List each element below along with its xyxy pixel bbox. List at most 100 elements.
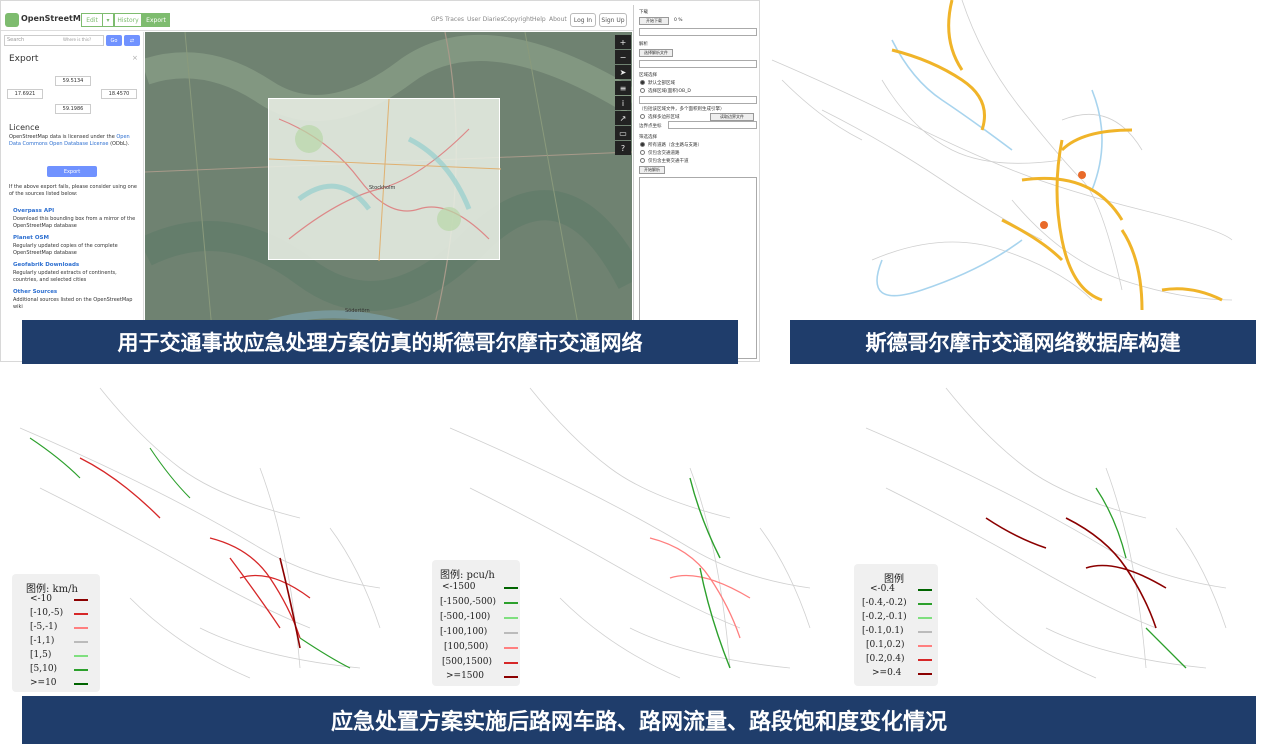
radio-filter-all[interactable] — [640, 142, 645, 147]
osm-logo-icon — [5, 13, 19, 27]
radio-filter-main[interactable] — [640, 158, 645, 163]
legend-row: [-0.4,-0.2) — [862, 598, 907, 608]
legend-row: [0.2,0.4) — [866, 654, 905, 664]
choose-file-button[interactable]: 选择解析文件 — [639, 49, 673, 57]
coord-left[interactable]: 17.6921 — [7, 89, 43, 99]
go-button[interactable]: Go — [106, 35, 122, 46]
close-icon[interactable]: × — [132, 54, 138, 62]
filter-label: 筛选选择 — [639, 135, 657, 140]
legend-row: <-0.4 — [870, 584, 895, 594]
boundary-coords-input[interactable] — [668, 121, 757, 129]
legend-row: [-100,100) — [440, 627, 488, 637]
licence-text-1: OpenStreetMap data is licensed under the — [9, 134, 115, 140]
legend-saturation: 图例 <-0.4 [-0.4,-0.2) [-0.2,-0.1) [-0.1,0… — [854, 564, 938, 686]
banner-top-left: 用于交通事故应急处理方案仿真的斯德哥尔摩市交通网络 — [22, 320, 738, 364]
legend-flow-title: 图例: pcu/h — [440, 570, 495, 581]
nav-gps-traces[interactable]: GPS Traces — [431, 16, 464, 23]
edit-button[interactable]: Edit — [81, 13, 103, 27]
radio-filter-traffic[interactable] — [640, 150, 645, 155]
legend-row: [-1500,-500) — [440, 597, 497, 607]
where-is-this-link[interactable]: Where is this? — [63, 37, 91, 42]
nav-about[interactable]: About — [549, 16, 567, 23]
download-dialog: 下载 开始下载 0 % 解析 选择解析文件 区域选择 默认全部区域 选择区域(面… — [633, 5, 759, 361]
zoom-out-icon[interactable]: − — [615, 50, 631, 64]
legend-row: >=0.4 — [872, 668, 902, 678]
legend-flow: 图例: pcu/h <-1500 [-1500,-500) [-500,-100… — [432, 560, 520, 686]
parse-label: 解析 — [639, 42, 648, 47]
selection-map — [269, 99, 501, 261]
area-label: 区域选择 — [639, 73, 657, 78]
query-icon[interactable]: ? — [615, 141, 631, 155]
legend-row: [-500,-100) — [440, 612, 491, 622]
network-map-top — [771, 0, 1233, 311]
open-boundary-button[interactable]: 读取边界文件 — [710, 113, 754, 121]
download-percent: 0 % — [674, 18, 683, 23]
radio-all-areas[interactable] — [640, 80, 645, 85]
radio-select-area[interactable] — [640, 88, 645, 93]
area-hint: （包括该区域文件，多个面积则生成引擎） — [639, 107, 725, 112]
legend-row: [-10,-5) — [30, 608, 64, 618]
radio-filter-traffic-label: 仅包含交通道路 — [648, 151, 680, 156]
info-icon[interactable]: i — [615, 96, 631, 110]
layers-icon[interactable]: ≡ — [615, 81, 631, 95]
legend-row: [100,500) — [444, 642, 489, 652]
legend-swatch — [74, 599, 88, 601]
start-download-button[interactable]: 开始下载 — [639, 17, 669, 25]
directions-button[interactable]: ⇄ — [124, 35, 140, 46]
source-other-desc: Additional sources listed on the OpenStr… — [13, 297, 133, 310]
legend-swatch — [74, 627, 88, 629]
radio-polygon[interactable] — [640, 114, 645, 119]
legend-sat-title: 图例 — [884, 574, 904, 585]
legend-swatch — [504, 647, 518, 649]
zoom-in-icon[interactable]: + — [615, 35, 631, 49]
coord-right[interactable]: 18.4570 — [101, 89, 137, 99]
source-planet-desc: Regularly updated copies of the complete… — [13, 243, 118, 256]
source-geofabrik-desc: Regularly updated extracts of continents… — [13, 270, 117, 283]
legend-swatch — [918, 645, 932, 647]
legend-swatch — [918, 659, 932, 661]
coord-top[interactable]: 59.5134 — [55, 76, 91, 86]
legend-row: [-1,1) — [30, 636, 55, 646]
nav-help[interactable]: Help — [532, 16, 546, 23]
legend-speed-title: 图例: km/h — [26, 584, 78, 595]
legend-swatch — [918, 589, 932, 591]
osm-header: OpenStreetMap Edit ▾ History Export GPS … — [1, 9, 633, 31]
legend-swatch — [918, 617, 932, 619]
nav-copyright[interactable]: Copyright — [503, 16, 532, 23]
export-sidebar: Search Where is this? Go ⇄ Export × 59.5… — [1, 32, 144, 361]
source-planet-link[interactable]: Planet OSM — [13, 235, 49, 241]
coord-bottom[interactable]: 59.1986 — [55, 104, 91, 114]
licence-text: OpenStreetMap data is licensed under the… — [9, 134, 141, 148]
legend-row: <-10 — [30, 594, 53, 604]
history-button[interactable]: History — [114, 13, 142, 27]
junction-marker — [1078, 171, 1086, 179]
junction-marker — [1040, 221, 1048, 229]
banner-top-right: 斯德哥尔摩市交通网络数据库构建 — [790, 320, 1256, 364]
legend-row: <-1500 — [442, 582, 476, 592]
login-button[interactable]: Log In — [570, 13, 596, 27]
start-parse-button[interactable]: 开始解析 — [639, 166, 665, 174]
share-icon[interactable]: ↗ — [615, 111, 631, 125]
export-button[interactable]: Export — [47, 166, 97, 177]
source-overpass-desc: Download this bounding box from a mirror… — [13, 216, 136, 229]
export-tab-button[interactable]: Export — [142, 13, 170, 27]
radio-all-areas-label: 默认全部区域 — [648, 81, 675, 86]
locate-icon[interactable]: ➤ — [615, 65, 631, 79]
source-overpass-link[interactable]: Overpass API — [13, 208, 54, 214]
signup-button[interactable]: Sign Up — [599, 13, 627, 27]
legend-swatch — [74, 613, 88, 615]
nav-user-diaries[interactable]: User Diaries — [467, 16, 504, 23]
legend-row: [0.1,0.2) — [866, 640, 905, 650]
comment-icon[interactable]: ▭ — [615, 126, 631, 140]
file-path-input[interactable] — [639, 60, 757, 68]
area-input[interactable] — [639, 96, 757, 104]
legend-swatch — [74, 641, 88, 643]
edit-dropdown-button[interactable]: ▾ — [102, 13, 114, 27]
legend-row: [-0.1,0.1) — [862, 626, 904, 636]
legend-swatch — [918, 673, 932, 675]
legend-swatch — [504, 676, 518, 678]
source-geofabrik-link[interactable]: Geofabrik Downloads — [13, 262, 79, 268]
export-selection-box[interactable]: Stockholm — [268, 98, 501, 261]
download-progress-bar — [639, 28, 757, 36]
source-other-link[interactable]: Other Sources — [13, 289, 57, 295]
